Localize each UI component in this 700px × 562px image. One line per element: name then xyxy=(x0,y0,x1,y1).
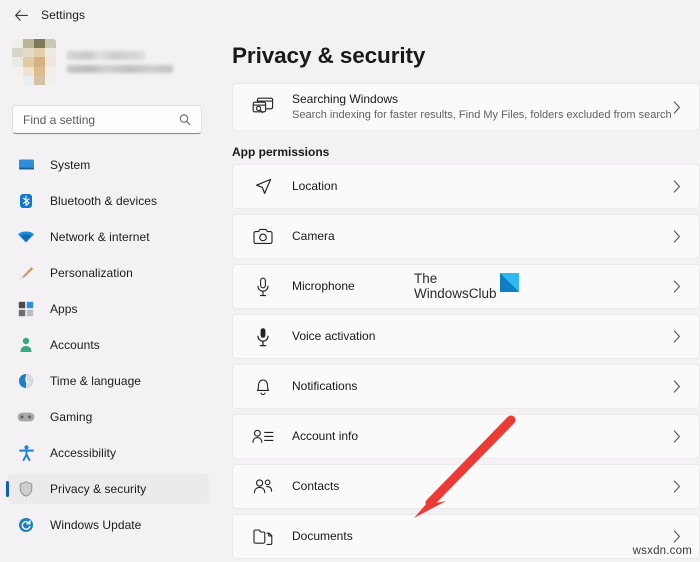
chevron-right-icon xyxy=(673,180,681,193)
page-title: Privacy & security xyxy=(232,43,426,68)
sidebar-item-label: Time & language xyxy=(50,374,142,388)
permission-row-microphone[interactable]: Microphone xyxy=(232,264,700,309)
sidebar-item-label: Apps xyxy=(50,302,78,316)
chevron-right-icon xyxy=(673,330,681,343)
sidebar-item-personalization[interactable]: Personalization xyxy=(8,258,209,288)
arrow-left-icon xyxy=(14,9,28,21)
person-icon xyxy=(16,336,36,354)
permission-label: Camera xyxy=(292,229,335,243)
sidebar: System Bluetooth & devices xyxy=(0,30,217,562)
permission-row-voice-activation[interactable]: Voice activation xyxy=(232,314,700,359)
sidebar-item-network-internet[interactable]: Network & internet xyxy=(8,222,209,252)
bluetooth-icon xyxy=(16,192,36,210)
permission-label: Notifications xyxy=(292,379,358,393)
account-email-redacted xyxy=(67,65,173,73)
permission-label: Contacts xyxy=(292,479,340,493)
chevron-right-icon xyxy=(673,380,681,393)
search-box[interactable] xyxy=(12,105,202,134)
avatar xyxy=(12,39,56,85)
microphone-icon xyxy=(250,277,276,297)
window-search-icon xyxy=(250,97,276,117)
monitor-icon xyxy=(16,156,36,174)
sidebar-item-label: Privacy & security xyxy=(50,482,147,496)
documents-folder-icon xyxy=(250,528,276,546)
sidebar-item-accessibility[interactable]: Accessibility xyxy=(8,438,209,468)
camera-icon xyxy=(250,228,276,245)
shield-icon xyxy=(16,480,36,498)
sidebar-item-system[interactable]: System xyxy=(8,150,209,180)
permission-row-contacts[interactable]: Contacts xyxy=(232,464,700,509)
chevron-right-icon xyxy=(673,100,681,114)
contacts-people-icon xyxy=(250,478,276,495)
chevron-right-icon xyxy=(673,480,681,493)
settings-window: Settings Find a setting System Bluetooth… xyxy=(0,0,700,562)
back-button[interactable] xyxy=(6,2,36,28)
sidebar-item-label: Accessibility xyxy=(50,446,116,460)
sidebar-item-apps[interactable]: Apps xyxy=(8,294,209,324)
chevron-right-icon xyxy=(673,280,681,293)
clock-globe-icon xyxy=(16,372,36,390)
search-icon xyxy=(178,113,192,127)
sidebar-item-gaming[interactable]: Gaming xyxy=(8,402,209,432)
permission-row-notifications[interactable]: Notifications xyxy=(232,364,700,409)
permission-label: Microphone xyxy=(292,279,355,293)
sidebar-item-time-language[interactable]: Time & language xyxy=(8,366,209,396)
account-profile[interactable] xyxy=(12,38,217,86)
chevron-right-icon xyxy=(673,230,681,243)
account-info-icon xyxy=(250,428,276,445)
permission-label: Documents xyxy=(292,529,353,543)
window-title: Settings xyxy=(41,8,86,22)
gamepad-icon xyxy=(16,408,36,426)
apps-grid-icon xyxy=(16,300,36,318)
main-content: Privacy & security Searching Windows Sea… xyxy=(217,30,700,562)
card-text: Searching Windows Search indexing for fa… xyxy=(292,92,673,122)
account-name-redacted xyxy=(67,51,145,60)
sidebar-item-label: Windows Update xyxy=(50,518,142,532)
chevron-right-icon xyxy=(673,530,681,543)
bell-icon xyxy=(250,377,276,396)
sidebar-item-accounts[interactable]: Accounts xyxy=(8,330,209,360)
sidebar-item-label: Personalization xyxy=(50,266,133,280)
card-title: Searching Windows xyxy=(292,92,399,106)
permission-label: Location xyxy=(292,179,338,193)
section-title-app-permissions: App permissions xyxy=(232,145,330,159)
search-input[interactable] xyxy=(13,112,178,127)
card-subtitle: Search indexing for faster results, Find… xyxy=(292,109,672,121)
location-arrow-icon xyxy=(250,177,276,196)
sidebar-nav: System Bluetooth & devices Network & int… xyxy=(0,150,217,540)
title-bar: Settings xyxy=(0,0,700,30)
permission-row-account-info[interactable]: Account info xyxy=(232,414,700,459)
accessibility-icon xyxy=(16,444,36,462)
permission-row-camera[interactable]: Camera xyxy=(232,214,700,259)
account-text xyxy=(67,51,173,73)
update-refresh-icon xyxy=(16,516,36,534)
sidebar-item-label: Network & internet xyxy=(50,230,150,244)
wifi-icon xyxy=(16,228,36,246)
sidebar-item-windows-update[interactable]: Windows Update xyxy=(8,510,209,540)
sidebar-item-bluetooth-devices[interactable]: Bluetooth & devices xyxy=(8,186,209,216)
microphone-bold-icon xyxy=(250,327,276,347)
permission-label: Voice activation xyxy=(292,329,376,343)
searching-windows-card[interactable]: Searching Windows Search indexing for fa… xyxy=(232,83,700,131)
sidebar-item-privacy-security[interactable]: Privacy & security xyxy=(6,474,209,504)
permission-row-location[interactable]: Location xyxy=(232,164,700,209)
sidebar-item-label: Bluetooth & devices xyxy=(50,194,158,208)
sidebar-item-label: Accounts xyxy=(50,338,100,352)
sidebar-item-label: Gaming xyxy=(50,410,93,424)
permission-label: Account info xyxy=(292,429,359,443)
permission-row-documents[interactable]: Documents xyxy=(232,514,700,559)
chevron-right-icon xyxy=(673,430,681,443)
paintbrush-icon xyxy=(16,264,36,282)
sidebar-item-label: System xyxy=(50,158,91,172)
